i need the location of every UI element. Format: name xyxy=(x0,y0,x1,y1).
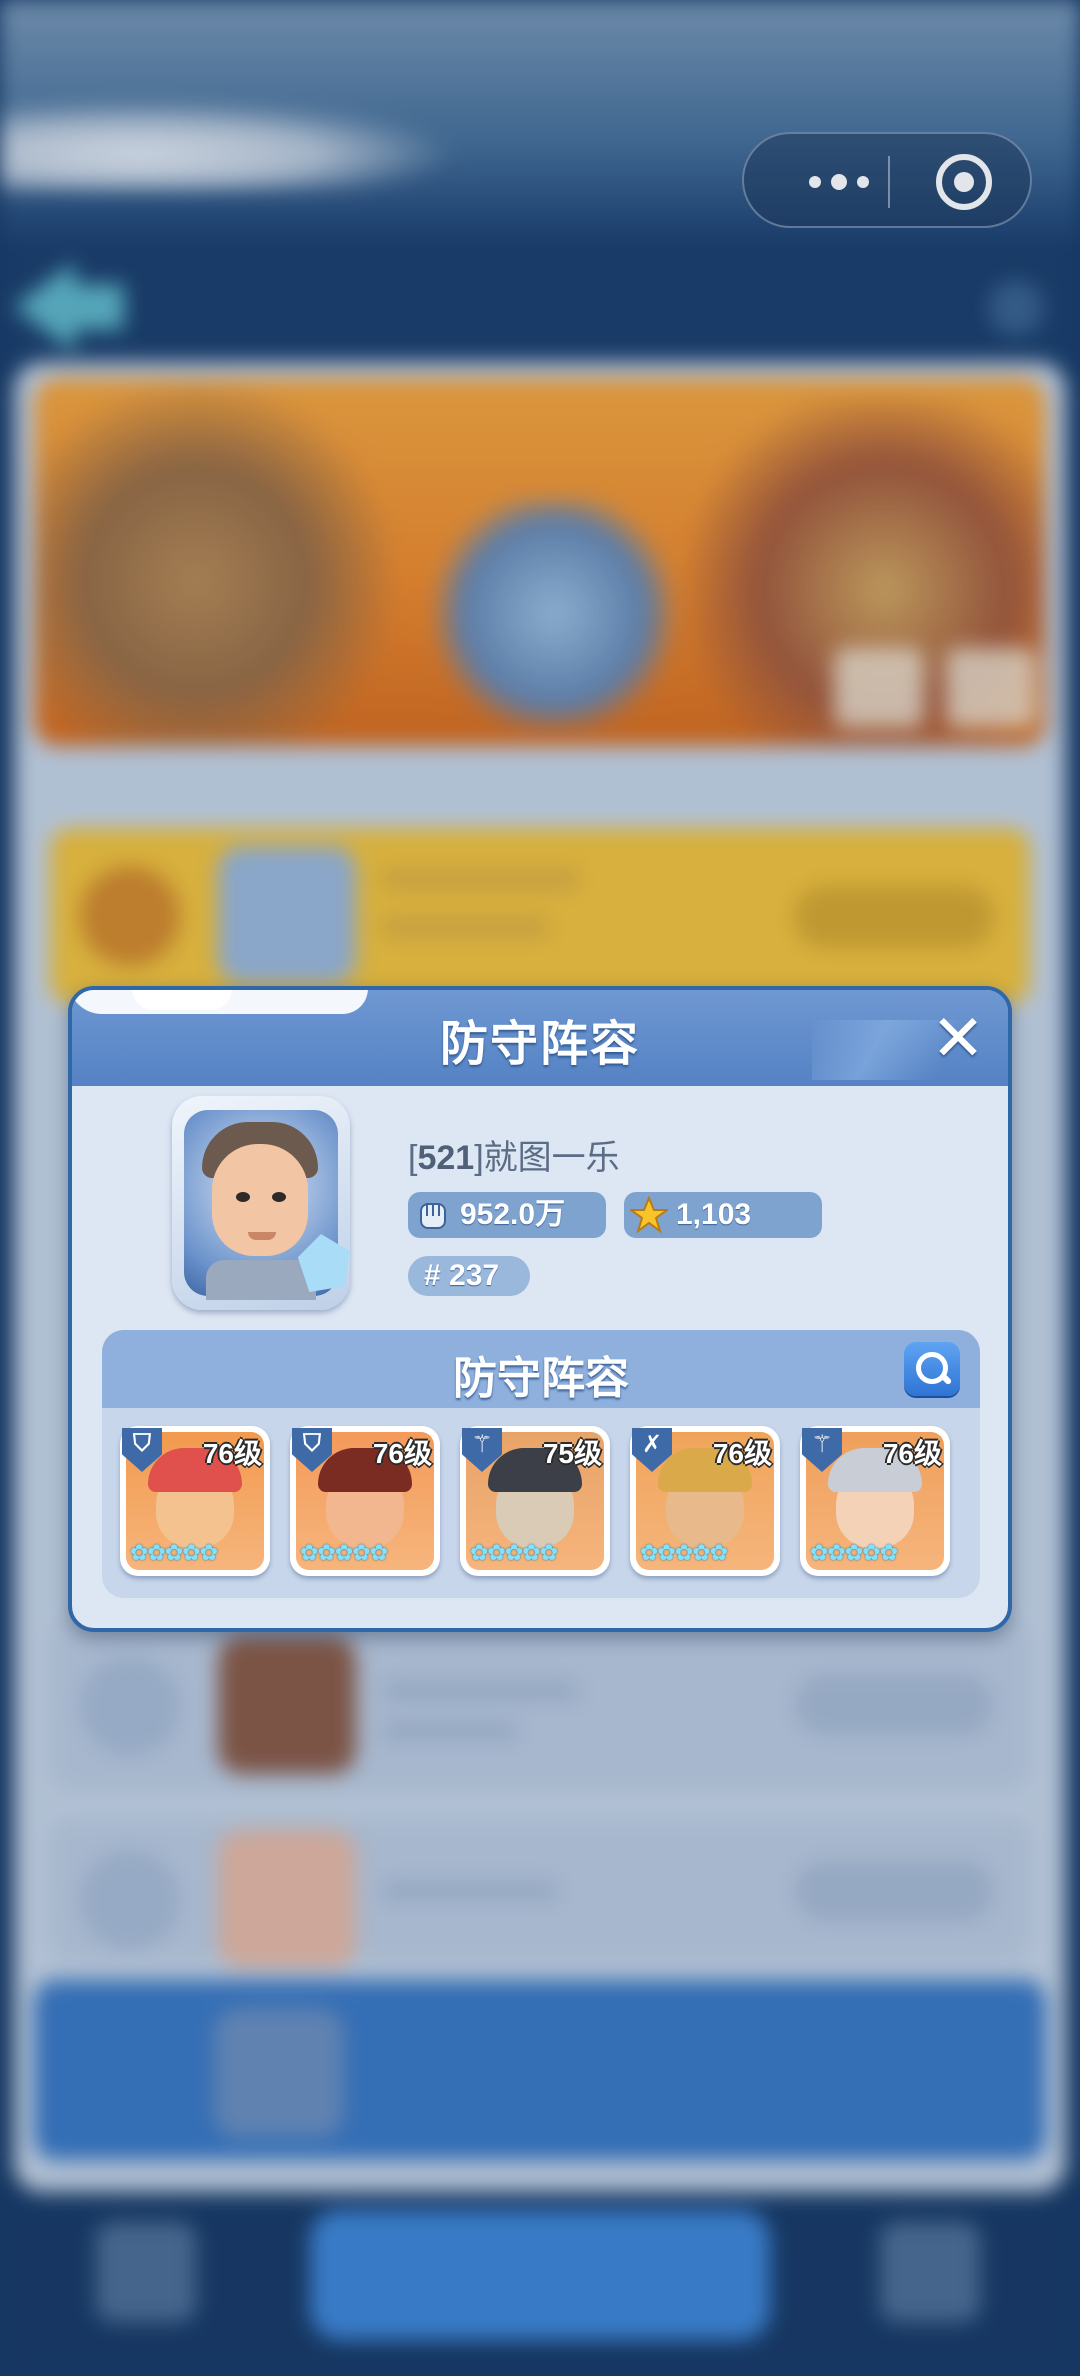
hero-level: 76级 xyxy=(372,1438,432,1469)
star-icon xyxy=(630,1196,668,1234)
guild-tag: 521 xyxy=(417,1139,475,1177)
hero-card[interactable]: ✗ 76级 ✿✿✿✿✿ xyxy=(630,1426,780,1576)
hero-level: 76级 xyxy=(712,1438,772,1469)
hero-card[interactable]: ⚚ 76级 ✿✿✿✿✿ xyxy=(800,1426,950,1576)
close-icon[interactable]: ✕ xyxy=(930,1006,986,1070)
hero-card[interactable]: ⛉ 76级 ✿✿✿✿✿ xyxy=(120,1426,270,1576)
rank-badge: # 237 xyxy=(408,1256,530,1296)
hero-star-rating: ✿✿✿✿✿ xyxy=(470,1540,558,1565)
hero-level: 75级 xyxy=(542,1438,602,1469)
hero-card[interactable]: ⛉ 76级 ✿✿✿✿✿ xyxy=(290,1426,440,1576)
dialog-title: 防守阵容 xyxy=(439,1018,640,1071)
defense-lineup-dialog: 防守阵容 ✕ [521]就图一乐 952.0万 1,103 # 237 防守阵容 xyxy=(68,986,1012,1632)
fist-icon xyxy=(420,1203,446,1229)
stars-value: 1,103 xyxy=(676,1198,752,1231)
hero-star-rating: ✿✿✿✿✿ xyxy=(640,1540,728,1565)
magnifier-icon[interactable] xyxy=(904,1342,960,1396)
rank-value: # 237 xyxy=(424,1259,500,1292)
stars-badge: 1,103 xyxy=(624,1192,822,1238)
lineup-section: 防守阵容 ⛉ 76级 ✿✿✿✿✿ ⛉ 76级 ✿✿✿✿✿ ⚚ 75级 ✿✿✿✿✿ ✗ 76级 ✿✿✿✿… xyxy=(102,1330,980,1598)
hero-star-rating: ✿✿✿✿✿ xyxy=(130,1540,218,1565)
hero-level: 76级 xyxy=(202,1438,262,1469)
hero-level: 76级 xyxy=(882,1438,942,1469)
hero-star-rating: ✿✿✿✿✿ xyxy=(300,1540,388,1565)
hero-star-rating: ✿✿✿✿✿ xyxy=(810,1540,898,1565)
player-avatar xyxy=(172,1096,350,1310)
player-name: [521]就图一乐 xyxy=(408,1139,620,1177)
lineup-title: 防守阵容 xyxy=(453,1354,629,1403)
player-nickname: 就图一乐 xyxy=(483,1139,620,1177)
power-badge: 952.0万 xyxy=(408,1192,606,1238)
hero-card[interactable]: ⚚ 75级 ✿✿✿✿✿ xyxy=(460,1426,610,1576)
power-value: 952.0万 xyxy=(460,1198,566,1231)
